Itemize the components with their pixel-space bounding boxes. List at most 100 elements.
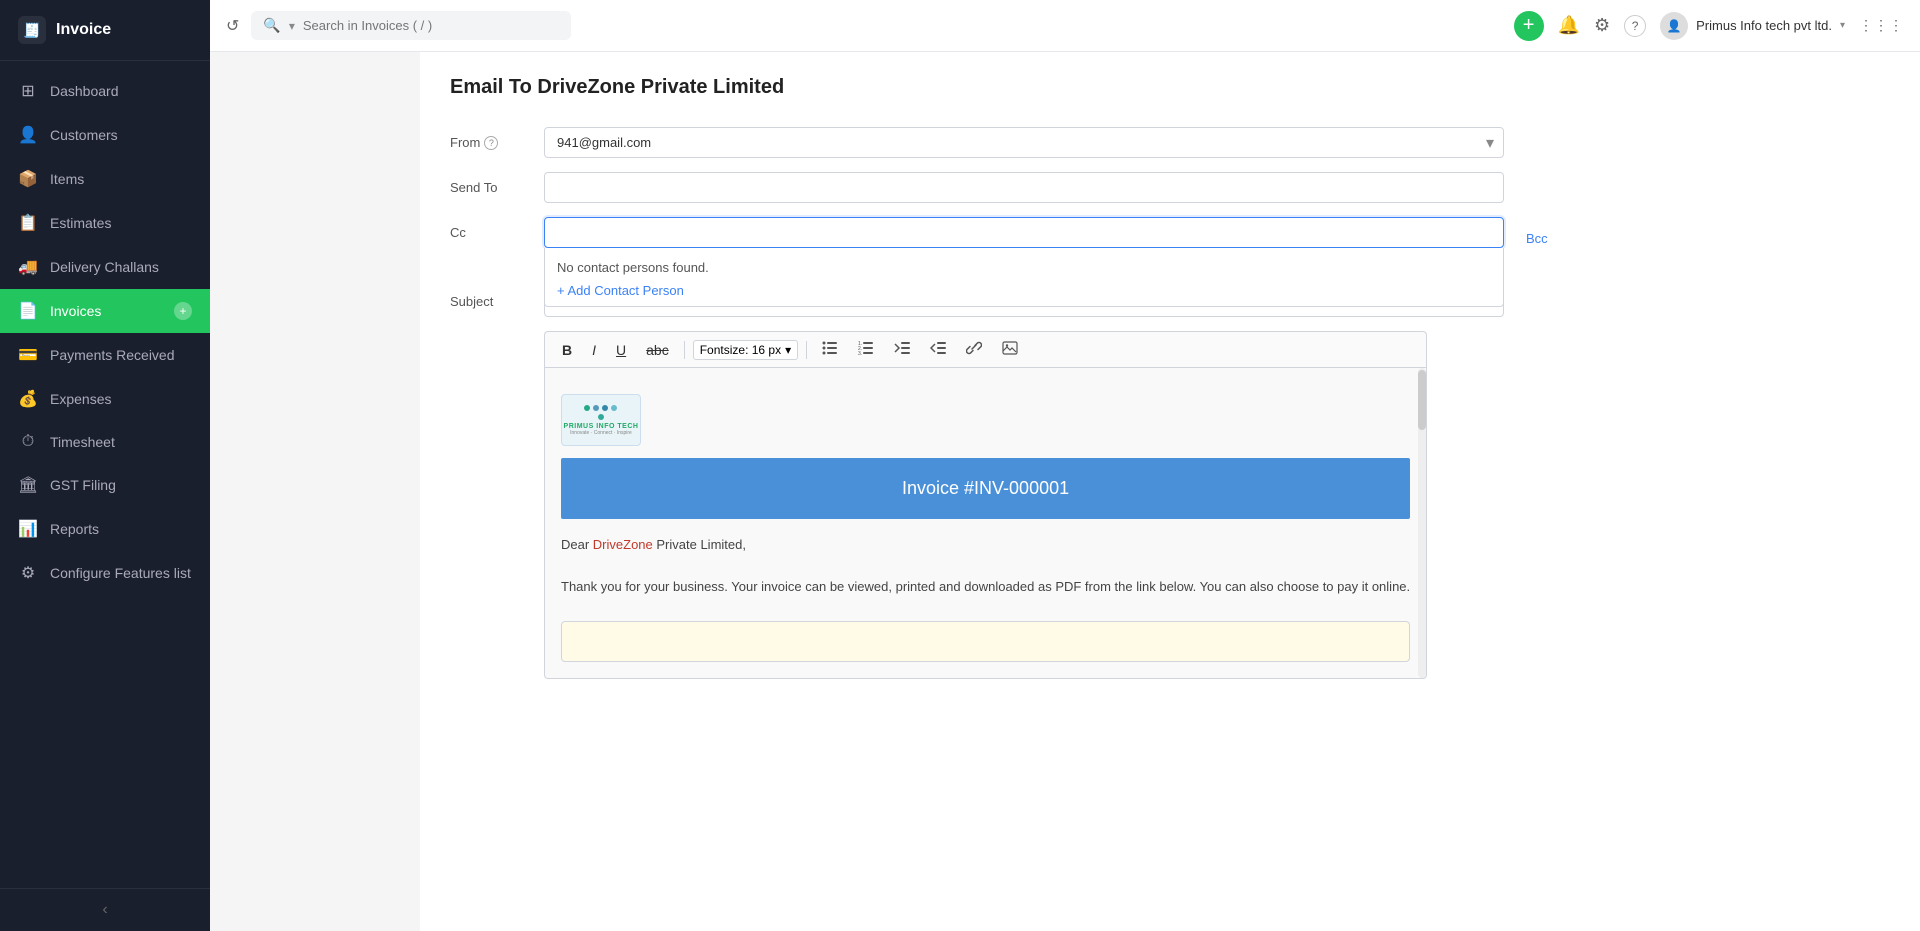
search-input[interactable]: [303, 18, 523, 33]
add-button[interactable]: +: [1514, 11, 1544, 41]
topbar-right: + 🔔 ⚙ ? 👤 Primus Info tech pvt ltd. ▾ ⋮⋮…: [1514, 11, 1904, 41]
fontsize-select[interactable]: Fontsize: 16 px ▾: [693, 340, 798, 360]
items-icon: 📦: [18, 169, 38, 189]
gst-icon: 🏛: [18, 475, 38, 495]
email-dear-line: Dear DriveZone Private Limited,: [561, 535, 1410, 556]
sidebar: 🧾 Invoice ⊞ Dashboard 👤 Customers 📦 Item…: [0, 0, 210, 931]
sidebar-label-invoices: Invoices: [50, 303, 162, 319]
italic-button[interactable]: I: [585, 339, 603, 361]
bold-button[interactable]: B: [555, 339, 579, 361]
no-contact-text: No contact persons found.: [557, 256, 1491, 283]
sidebar-item-expenses[interactable]: 💰 Expenses: [0, 377, 210, 421]
outdent-button[interactable]: [887, 338, 917, 361]
logo-dots: [564, 405, 639, 411]
refresh-icon[interactable]: ↺: [226, 16, 239, 36]
sidebar-label-estimates: Estimates: [50, 215, 192, 231]
payments-icon: 💳: [18, 345, 38, 365]
grid-icon[interactable]: ⋮⋮⋮: [1859, 17, 1904, 34]
logo-subtext: Innovate · Connect · Inspire: [564, 430, 639, 436]
underline-button[interactable]: U: [609, 339, 633, 361]
email-content: Dear DriveZone Private Limited, Thank yo…: [561, 519, 1410, 613]
topbar: ↺ 🔍 ▾ + 🔔 ⚙ ? 👤 Primus Info tech pvt ltd…: [210, 0, 1920, 52]
from-select-wrapper: 941@gmail.com ▾: [544, 127, 1504, 158]
user-menu[interactable]: 👤 Primus Info tech pvt ltd. ▾: [1660, 12, 1845, 40]
svg-text:3.: 3.: [858, 351, 862, 355]
sidebar-item-dashboard[interactable]: ⊞ Dashboard: [0, 69, 210, 113]
help-icon[interactable]: ?: [1624, 15, 1646, 37]
notification-icon[interactable]: 🔔: [1558, 15, 1580, 36]
sidebar-item-items[interactable]: 📦 Items: [0, 157, 210, 201]
strikethrough-button[interactable]: abc: [639, 339, 676, 361]
page-title: Email To DriveZone Private Limited: [450, 76, 1890, 99]
banner-text: Invoice #INV-000001: [902, 478, 1069, 498]
sidebar-item-reports[interactable]: 📊 Reports: [0, 507, 210, 551]
email-logo: PRIMUS INFO TECH Innovate · Connect · In…: [561, 394, 641, 446]
sidebar-item-gst-filing[interactable]: 🏛 GST Filing: [0, 463, 210, 507]
sidebar-label-items: Items: [50, 171, 192, 187]
company-link[interactable]: DriveZone: [593, 537, 653, 552]
toolbar-sep-1: [684, 341, 685, 359]
bcc-section: Bcc: [1518, 217, 1548, 246]
sidebar-label-timesheet: Timesheet: [50, 434, 192, 450]
search-dropdown-icon[interactable]: ▾: [289, 19, 295, 33]
unordered-list-button[interactable]: [815, 338, 845, 361]
from-control: 941@gmail.com ▾: [544, 127, 1504, 158]
user-dropdown-icon: ▾: [1840, 20, 1845, 31]
image-button[interactable]: [995, 338, 1025, 361]
dear-text: Dear: [561, 537, 593, 552]
invoices-add-icon[interactable]: +: [174, 302, 192, 320]
settings-icon[interactable]: ⚙: [1594, 15, 1610, 36]
sidebar-label-payments-received: Payments Received: [50, 347, 192, 363]
sidebar-item-delivery-challans[interactable]: 🚚 Delivery Challans: [0, 245, 210, 289]
email-body[interactable]: PRIMUS INFO TECH Innovate · Connect · In…: [545, 368, 1426, 678]
sidebar-item-invoices[interactable]: 📄 Invoices +: [0, 289, 210, 333]
cc-row: Cc No contact persons found. + Add Conta…: [450, 217, 1890, 248]
customers-icon: 👤: [18, 125, 38, 145]
dot-3: [602, 405, 608, 411]
delivery-icon: 🚚: [18, 257, 38, 277]
sidebar-label-customers: Customers: [50, 127, 192, 143]
bcc-link[interactable]: Bcc: [1526, 223, 1548, 246]
cc-input[interactable]: [544, 217, 1504, 248]
sidebar-item-configure[interactable]: ⚙ Configure Features list: [0, 551, 210, 595]
sidebar-label-delivery-challans: Delivery Challans: [50, 259, 192, 275]
sidebar-label-configure: Configure Features list: [50, 565, 192, 581]
scrollbar-thumb[interactable]: [1418, 370, 1426, 430]
expenses-icon: 💰: [18, 389, 38, 409]
link-button[interactable]: [959, 338, 989, 361]
app-name: Invoice: [56, 21, 111, 39]
sidebar-item-estimates[interactable]: 📋 Estimates: [0, 201, 210, 245]
sidebar-nav: ⊞ Dashboard 👤 Customers 📦 Items 📋 Estima…: [0, 61, 210, 888]
email-cta-box: [561, 621, 1410, 662]
sidebar-item-payments-received[interactable]: 💳 Payments Received: [0, 333, 210, 377]
ordered-list-button[interactable]: 1.2.3.: [851, 338, 881, 361]
sidebar-label-reports: Reports: [50, 521, 192, 537]
send-to-row: Send To: [450, 172, 1890, 203]
logo-text: PRIMUS INFO TECH: [564, 423, 639, 430]
invoices-icon: 📄: [18, 301, 38, 321]
sidebar-label-expenses: Expenses: [50, 391, 192, 407]
sidebar-item-timesheet[interactable]: ⏱ Timesheet: [0, 421, 210, 463]
sidebar-item-customers[interactable]: 👤 Customers: [0, 113, 210, 157]
scrollbar-track: [1418, 368, 1426, 678]
sidebar-logo: 🧾 Invoice: [0, 0, 210, 61]
send-to-input[interactable]: [544, 172, 1504, 203]
indent-button[interactable]: [923, 338, 953, 361]
send-to-control: [544, 172, 1504, 203]
sidebar-collapse-button[interactable]: ‹: [0, 888, 210, 931]
dot-1: [584, 405, 590, 411]
add-contact-person-button[interactable]: + Add Contact Person: [557, 283, 1491, 298]
search-box: 🔍 ▾: [251, 11, 571, 40]
dot-center: [598, 414, 604, 420]
cc-control: No contact persons found. + Add Contact …: [544, 217, 1504, 248]
search-icon: 🔍: [263, 17, 280, 34]
email-logo-inner: PRIMUS INFO TECH Innovate · Connect · In…: [564, 405, 639, 436]
reports-icon: 📊: [18, 519, 38, 539]
from-select[interactable]: 941@gmail.com: [544, 127, 1504, 158]
editor-toolbar: B I U abc Fontsize: 16 px ▾ 1.2.3.: [544, 331, 1427, 367]
subject-label: Subject: [450, 286, 530, 309]
company-suffix: Private Limited,: [653, 537, 746, 552]
main-content: Email To DriveZone Private Limited From …: [420, 52, 1920, 931]
from-info-icon: ?: [484, 136, 498, 150]
sidebar-label-gst-filing: GST Filing: [50, 477, 192, 493]
